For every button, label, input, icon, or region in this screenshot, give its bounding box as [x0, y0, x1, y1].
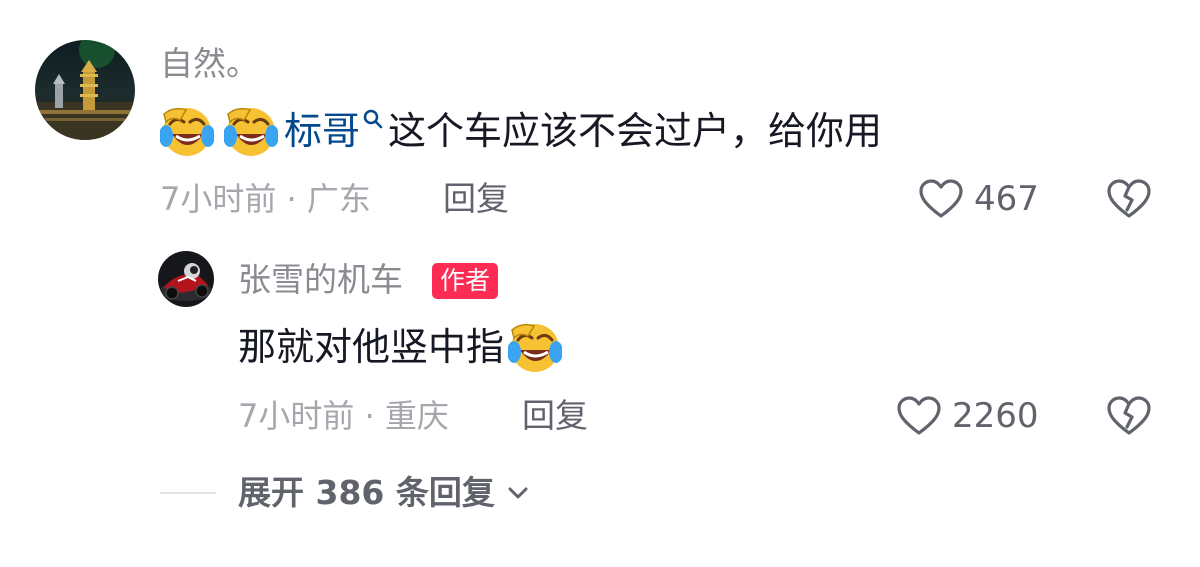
reply-button[interactable]: 回复 — [522, 396, 588, 436]
expand-replies-button[interactable]: 展开 386 条回复 — [238, 473, 529, 513]
expand-divider — [160, 492, 216, 494]
like-count: 2260 — [952, 396, 1039, 436]
reply-body: 那就对他竖中指 — [238, 325, 505, 369]
comment-body: 这个车应该不会过户，给你用 — [388, 109, 883, 153]
commenter-username[interactable]: 自然。 — [160, 44, 259, 84]
author-badge: 作者 — [432, 263, 499, 299]
reply-button[interactable]: 回复 — [443, 179, 509, 219]
like-count: 467 — [974, 179, 1039, 219]
laughing-crying-emoji-icon — [508, 320, 563, 374]
laughing-crying-emoji-icon — [160, 104, 214, 158]
comment-text: 标哥 这个车应该不会过户，给你用 — [160, 104, 882, 158]
commenter-avatar[interactable] — [35, 40, 135, 140]
comment-time-location: 7小时前 · 广东 — [160, 180, 371, 218]
search-icon[interactable] — [362, 108, 384, 130]
expand-replies-label: 展开 386 条回复 — [238, 473, 495, 512]
heart-icon — [897, 396, 941, 435]
laughing-crying-emoji-icon — [224, 104, 278, 158]
night-pagoda-image — [35, 40, 135, 140]
broken-heart-icon[interactable] — [1106, 178, 1152, 220]
like-button[interactable]: 467 — [918, 175, 1039, 223]
heart-icon — [919, 179, 963, 218]
author-username[interactable]: 张雪的机车 — [238, 260, 403, 300]
reply-time-location: 7小时前 · 重庆 — [238, 397, 449, 435]
chevron-down-icon — [508, 487, 528, 499]
like-button[interactable]: 2260 — [896, 392, 1039, 440]
reply-text: 那就对他竖中指 — [238, 320, 563, 374]
broken-heart-icon[interactable] — [1106, 395, 1152, 437]
author-avatar[interactable] — [158, 251, 214, 307]
motorcycle-rider-image — [158, 251, 214, 307]
mention-link[interactable]: 标哥 — [284, 105, 360, 157]
